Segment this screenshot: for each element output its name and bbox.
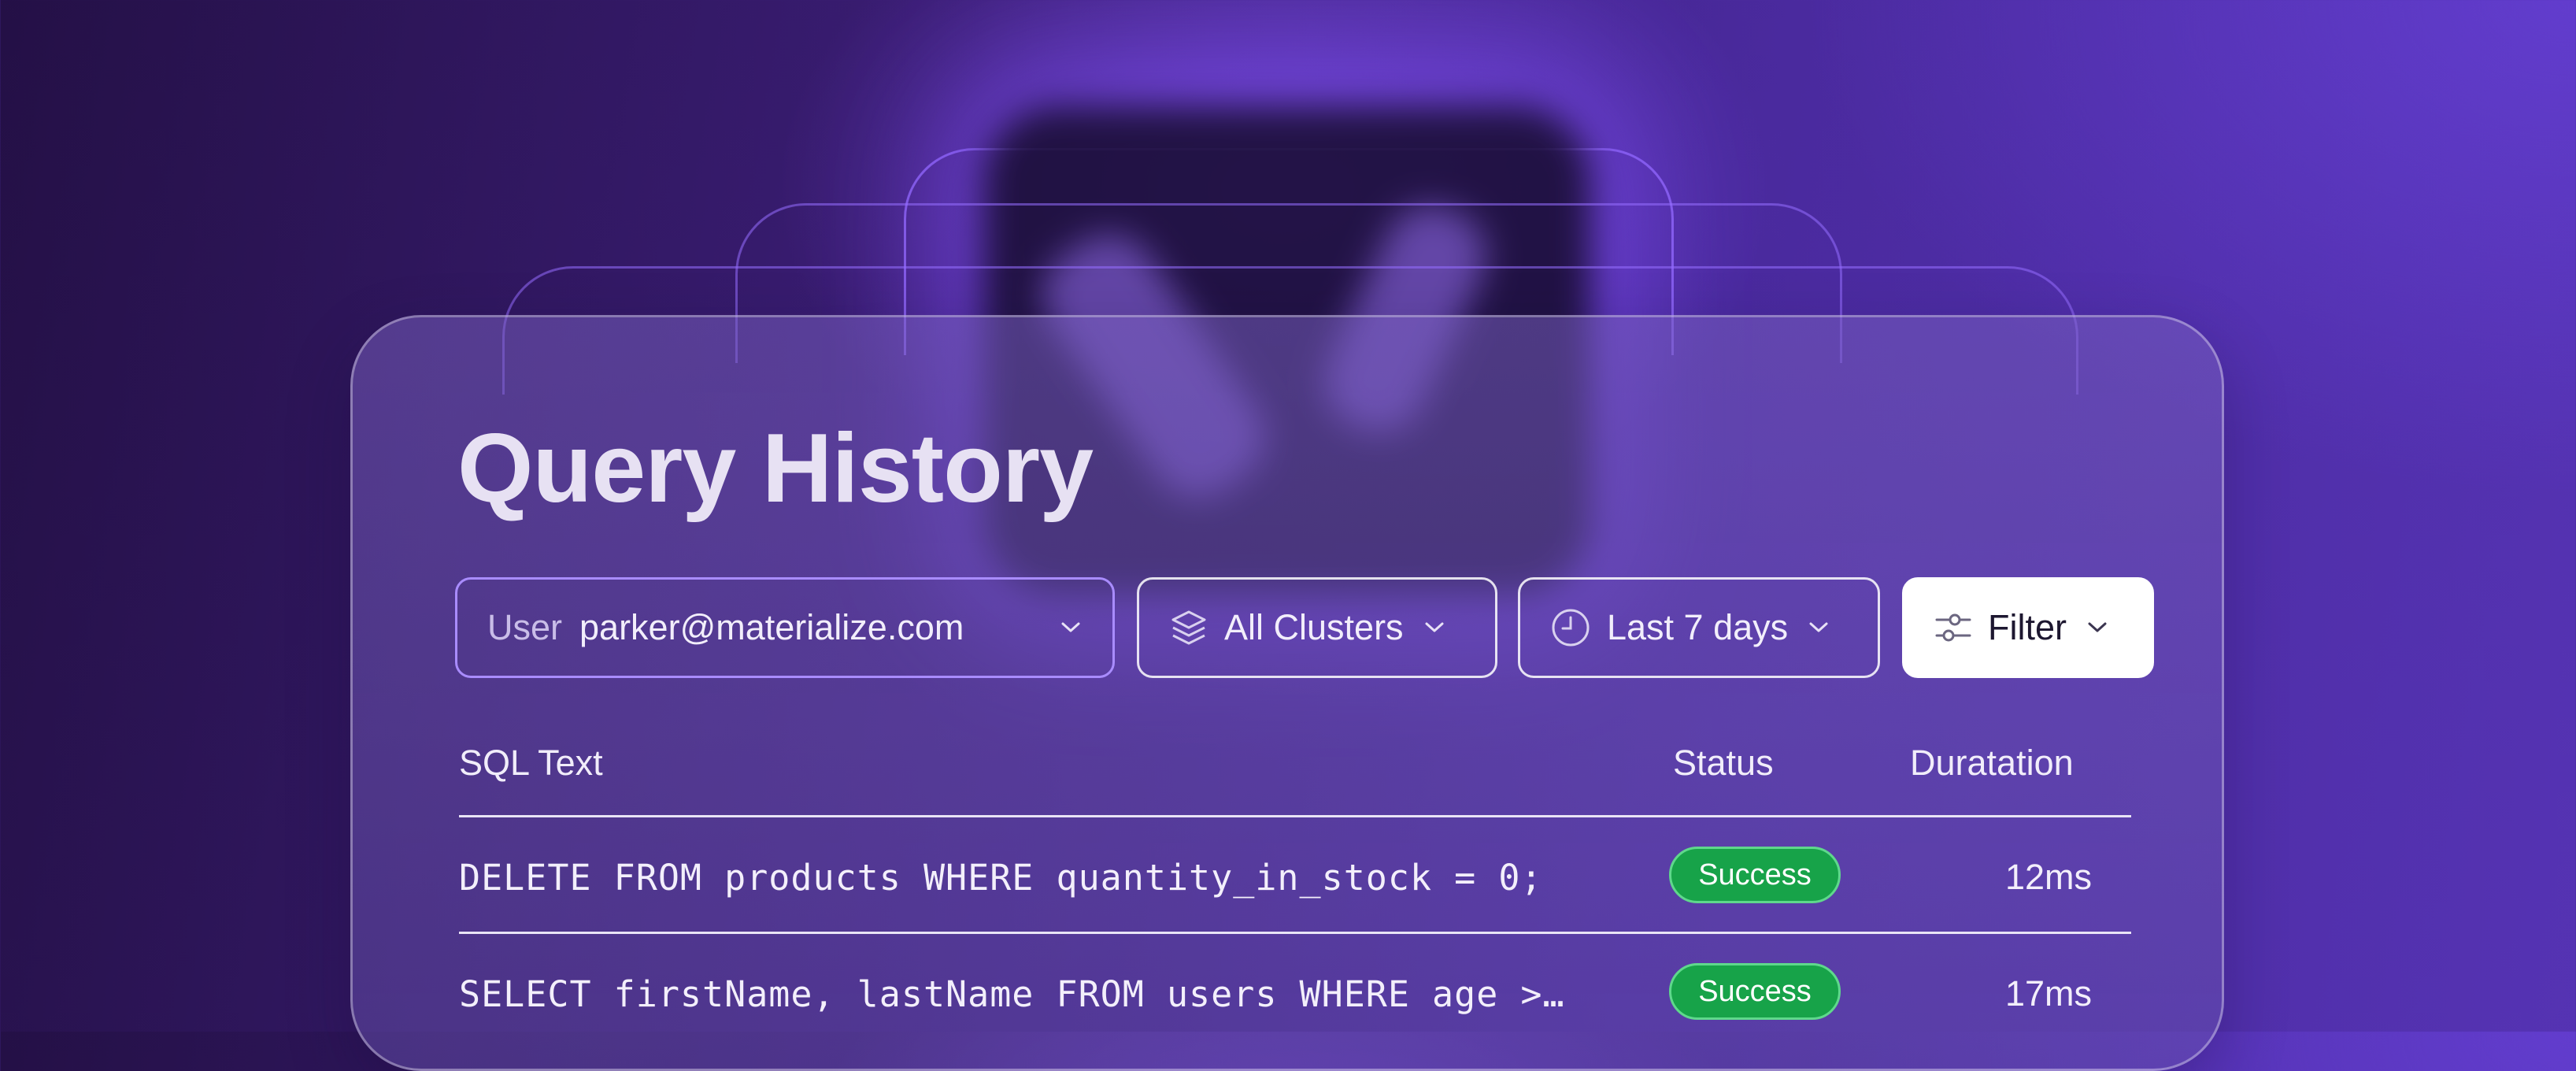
chevron-down-icon <box>1808 621 1829 634</box>
filter-button[interactable]: Filter <box>1902 577 2154 678</box>
cluster-select[interactable]: All Clusters <box>1137 577 1497 678</box>
chevron-down-icon <box>1060 621 1081 634</box>
user-select[interactable]: User parker@materialize.com <box>455 577 1115 678</box>
time-range-value: Last 7 days <box>1607 607 1789 647</box>
user-select-value: parker@materialize.com <box>579 607 964 647</box>
sql-text-cell: SELECT firstName, lastName FROM users WH… <box>459 973 1565 1015</box>
duration-cell: 17ms <box>2004 973 2092 1014</box>
cluster-select-value: All Clusters <box>1224 607 1404 647</box>
time-range-select[interactable]: Last 7 days <box>1518 577 1880 678</box>
clock-icon <box>1550 607 1591 648</box>
layers-icon <box>1169 608 1208 647</box>
query-history-panel: Query History User parker@materialize.co… <box>350 315 2224 1071</box>
chevron-down-icon <box>2087 621 2108 634</box>
chevron-down-icon <box>1424 621 1445 634</box>
column-header-sql-text[interactable]: SQL Text <box>459 743 603 784</box>
status-badge: Success <box>1669 847 1841 903</box>
status-badge: Success <box>1669 963 1841 1020</box>
user-select-label: User <box>487 607 563 647</box>
column-header-status[interactable]: Status <box>1673 743 1774 784</box>
column-header-duration[interactable]: Duratation <box>1910 743 2074 784</box>
duration-cell: 12ms <box>2004 857 2092 897</box>
page-title: Query History <box>457 414 1094 523</box>
sql-text-cell: DELETE FROM products WHERE quantity_in_s… <box>459 857 1543 899</box>
table-row[interactable]: SELECT firstName, lastName FROM users WH… <box>353 938 2222 1048</box>
divider <box>459 932 2131 934</box>
sliders-icon <box>1934 611 1972 644</box>
divider <box>459 815 2131 817</box>
table-row[interactable]: DELETE FROM products WHERE quantity_in_s… <box>353 821 2222 932</box>
filter-button-label: Filter <box>1988 607 2067 647</box>
